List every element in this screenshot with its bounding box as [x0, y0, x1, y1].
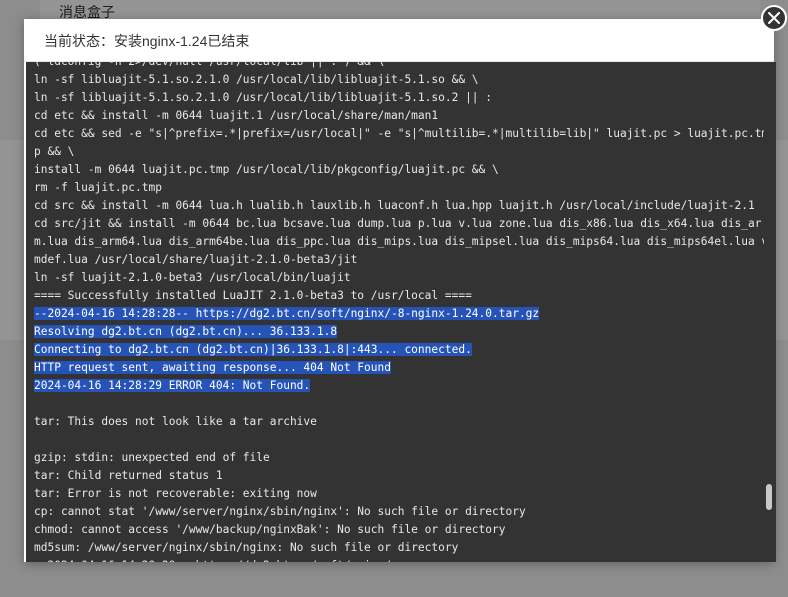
terminal-scrollbar[interactable] [764, 62, 774, 562]
close-icon [768, 12, 780, 24]
terminal-line-text: cp: cannot stat '/www/server/nginx/sbin/… [34, 505, 526, 518]
terminal-line: rm -f luajit.pc.tmp [34, 179, 766, 197]
terminal-line: ln -sf libluajit-5.1.so.2.1.0 /usr/local… [34, 71, 766, 89]
terminal-line-text: tar: Child returned status 1 [34, 469, 223, 482]
dialog-header: 当前状态：安装nginx-1.24已结束 [24, 19, 774, 62]
terminal-line: tar: This does not look like a tar archi… [34, 413, 766, 431]
terminal-line-text: --2024-04-16 14:28:29-- https://dg2.bt.c… [34, 559, 411, 562]
terminal-line: --2024-04-16 14:28:28-- https://dg2.bt.c… [34, 305, 766, 323]
terminal-line: Resolving dg2.bt.cn (dg2.bt.cn)... 36.13… [34, 323, 766, 341]
terminal-line: 2024-04-16 14:28:29 ERROR 404: Not Found… [34, 377, 766, 395]
terminal-line-text: install -m 0644 luajit.pc.tmp /usr/local… [34, 163, 499, 176]
terminal-line-text: tar: Error is not recoverable: exiting n… [34, 487, 317, 500]
terminal-line-text: chmod: cannot access '/www/backup/nginxB… [34, 523, 506, 536]
terminal-line-text: cd etc && sed -e "s|^prefix=.*|prefix=/u… [34, 127, 769, 140]
terminal-line-text: rm -f luajit.pc.tmp [34, 181, 162, 194]
terminal-line: cp: cannot stat '/www/server/nginx/sbin/… [34, 503, 766, 521]
terminal-line-text: ( ldconfig -n 2>/dev/null /usr/local/lib… [34, 62, 384, 68]
terminal-line: tar: Child returned status 1 [34, 467, 766, 485]
terminal-line: HTTP request sent, awaiting response... … [34, 359, 766, 377]
terminal-line-text: ln -sf libluajit-5.1.so.2.1.0 /usr/local… [34, 73, 479, 86]
terminal-line: ln -sf libluajit-5.1.so.2.1.0 /usr/local… [34, 89, 766, 107]
terminal-line: m.lua dis_arm64.lua dis_arm64be.lua dis_… [34, 233, 769, 251]
terminal-line: cd src/jit && install -m 0644 bc.lua bcs… [34, 215, 766, 233]
terminal-line-text-selected: Connecting to dg2.bt.cn (dg2.bt.cn)|36.1… [34, 343, 472, 356]
terminal-line: cd etc && install -m 0644 luajit.1 /usr/… [34, 107, 766, 125]
terminal-line-text-selected: 2024-04-16 14:28:29 ERROR 404: Not Found… [34, 379, 311, 392]
terminal-line: install -m 0644 luajit.pc.tmp /usr/local… [34, 161, 766, 179]
terminal-line-text-selected: --2024-04-16 14:28:28-- https://dg2.bt.c… [34, 307, 540, 320]
terminal-line-text: ==== Successfully installed LuaJIT 2.1.0… [34, 289, 472, 302]
terminal-line: chmod: cannot access '/www/backup/nginxB… [34, 521, 766, 539]
terminal-line-text: p && \ [34, 145, 75, 158]
terminal-line-text: cd etc && install -m 0644 luajit.1 /usr/… [34, 109, 439, 122]
terminal-line: Connecting to dg2.bt.cn (dg2.bt.cn)|36.1… [34, 341, 766, 359]
close-button[interactable] [761, 5, 787, 31]
terminal-line: ln -sf luajit-2.1.0-beta3 /usr/local/bin… [34, 269, 766, 287]
terminal-line: --2024-04-16 14:28:29-- https://dg2.bt.c… [34, 557, 766, 562]
terminal-output[interactable]: ( ldconfig -n 2>/dev/null /usr/local/lib… [26, 62, 776, 562]
terminal-line-text-selected: Resolving dg2.bt.cn (dg2.bt.cn)... 36.13… [34, 325, 338, 338]
terminal-line-text: mdef.lua /usr/local/share/luajit-2.1.0-b… [34, 253, 358, 266]
terminal-line-text: ln -sf libluajit-5.1.so.2.1.0 /usr/local… [34, 91, 493, 104]
terminal-line: tar: Error is not recoverable: exiting n… [34, 485, 766, 503]
terminal-line: p && \ [34, 143, 766, 161]
terminal-line-text: m.lua dis_arm64.lua dis_arm64be.lua dis_… [34, 235, 769, 248]
terminal-line-text: cd src/jit && install -m 0644 bc.lua bcs… [34, 217, 762, 230]
terminal-line-text: gzip: stdin: unexpected end of file [34, 451, 270, 464]
terminal-line-text: cd src && install -m 0644 lua.h lualib.h… [34, 199, 755, 212]
terminal-line: cd etc && sed -e "s|^prefix=.*|prefix=/u… [34, 125, 769, 143]
terminal-line: mdef.lua /usr/local/share/luajit-2.1.0-b… [34, 251, 766, 269]
terminal-line-text-selected: HTTP request sent, awaiting response... … [34, 361, 391, 374]
terminal-line: md5sum: /www/server/nginx/sbin/nginx: No… [34, 539, 766, 557]
scrollbar-thumb[interactable] [766, 484, 772, 510]
terminal-line-text: md5sum: /www/server/nginx/sbin/nginx: No… [34, 541, 459, 554]
terminal-line: ( ldconfig -n 2>/dev/null /usr/local/lib… [34, 62, 766, 71]
terminal-line: gzip: stdin: unexpected end of file [34, 449, 766, 467]
dialog-title: 当前状态：安装nginx-1.24已结束 [44, 33, 250, 49]
terminal-line: ==== Successfully installed LuaJIT 2.1.0… [34, 287, 766, 305]
terminal-line-text: tar: This does not look like a tar archi… [34, 415, 317, 428]
terminal-line-text: ln -sf luajit-2.1.0-beta3 /usr/local/bin… [34, 271, 351, 284]
terminal-line: cd src && install -m 0644 lua.h lualib.h… [34, 197, 766, 215]
terminal-lines: ( ldconfig -n 2>/dev/null /usr/local/lib… [34, 62, 769, 562]
